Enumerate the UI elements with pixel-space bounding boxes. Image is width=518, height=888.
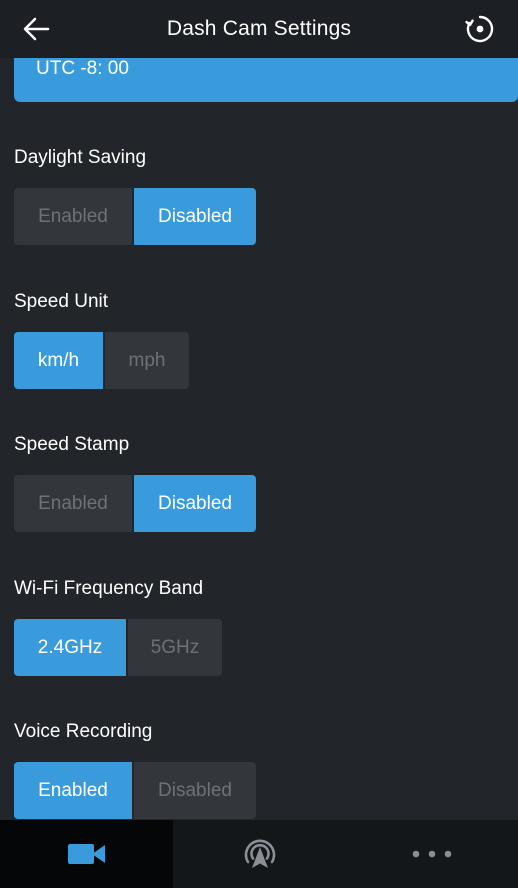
speed-stamp-label: Speed Stamp (14, 434, 130, 455)
speed-stamp-enabled-option[interactable]: Enabled (14, 475, 132, 532)
daylight-saving-label: Daylight Saving (14, 147, 147, 168)
voice-recording-label: Voice Recording (14, 721, 153, 742)
voice-recording-enabled-option[interactable]: Enabled (14, 762, 132, 819)
voice-recording-toggle: Enabled Disabled (14, 762, 256, 819)
video-camera-icon (67, 844, 105, 864)
speed-stamp-disabled-option[interactable]: Disabled (134, 475, 256, 532)
timezone-value: UTC -8: 00 (36, 58, 129, 79)
bottom-tab-bar (0, 820, 518, 888)
daylight-saving-toggle: Enabled Disabled (14, 188, 256, 245)
app-header: Dash Cam Settings (0, 0, 518, 58)
wifi-band-toggle: 2.4GHz 5GHz (14, 619, 222, 676)
speed-unit-label: Speed Unit (14, 291, 109, 312)
speed-unit-mph-option[interactable]: mph (105, 332, 189, 389)
wifi-band-2-4ghz-option[interactable]: 2.4GHz (14, 619, 126, 676)
signal-navigation-icon (244, 839, 275, 868)
more-dots-icon (412, 850, 452, 858)
tab-connection[interactable] (173, 820, 346, 888)
voice-recording-disabled-option[interactable]: Disabled (134, 762, 256, 819)
wifi-band-5ghz-option[interactable]: 5GHz (128, 619, 222, 676)
settings-list[interactable]: UTC -8: 00 Daylight Saving Enabled Disab… (0, 58, 518, 820)
tab-dash-cam[interactable] (0, 820, 173, 888)
daylight-saving-enabled-option[interactable]: Enabled (14, 188, 132, 245)
speed-stamp-toggle: Enabled Disabled (14, 475, 256, 532)
speed-unit-kmh-option[interactable]: km/h (14, 332, 103, 389)
tab-more[interactable] (346, 820, 518, 888)
wifi-band-label: Wi-Fi Frequency Band (14, 578, 204, 599)
reset-icon[interactable] (464, 13, 496, 45)
daylight-saving-disabled-option[interactable]: Disabled (134, 188, 256, 245)
back-arrow-icon[interactable] (20, 13, 52, 45)
page-title: Dash Cam Settings (166, 17, 352, 40)
timezone-selector[interactable]: UTC -8: 00 (14, 58, 518, 102)
speed-unit-toggle: km/h mph (14, 332, 189, 389)
